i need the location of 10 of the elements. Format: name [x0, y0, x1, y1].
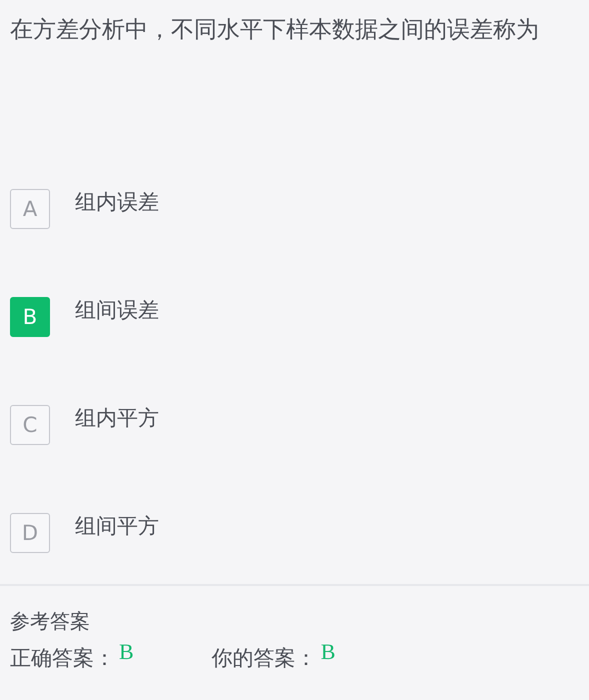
correct-answer-label: 正确答案： — [10, 645, 115, 672]
option-text[interactable]: 组内误差 — [75, 188, 159, 216]
correct-answer-value: B — [119, 639, 134, 665]
question-text: 在方差分析中，不同水平下样本数据之间的误差称为 — [9, 16, 540, 45]
option-text[interactable]: 组内平方 — [75, 404, 159, 432]
option-text[interactable]: 组间误差 — [75, 296, 159, 324]
your-answer-value: B — [320, 639, 336, 665]
your-answer-label: 你的答案： — [212, 645, 317, 672]
answer-section-title: 参考答案 — [10, 608, 91, 635]
option-text[interactable]: 组间平方 — [75, 512, 159, 540]
